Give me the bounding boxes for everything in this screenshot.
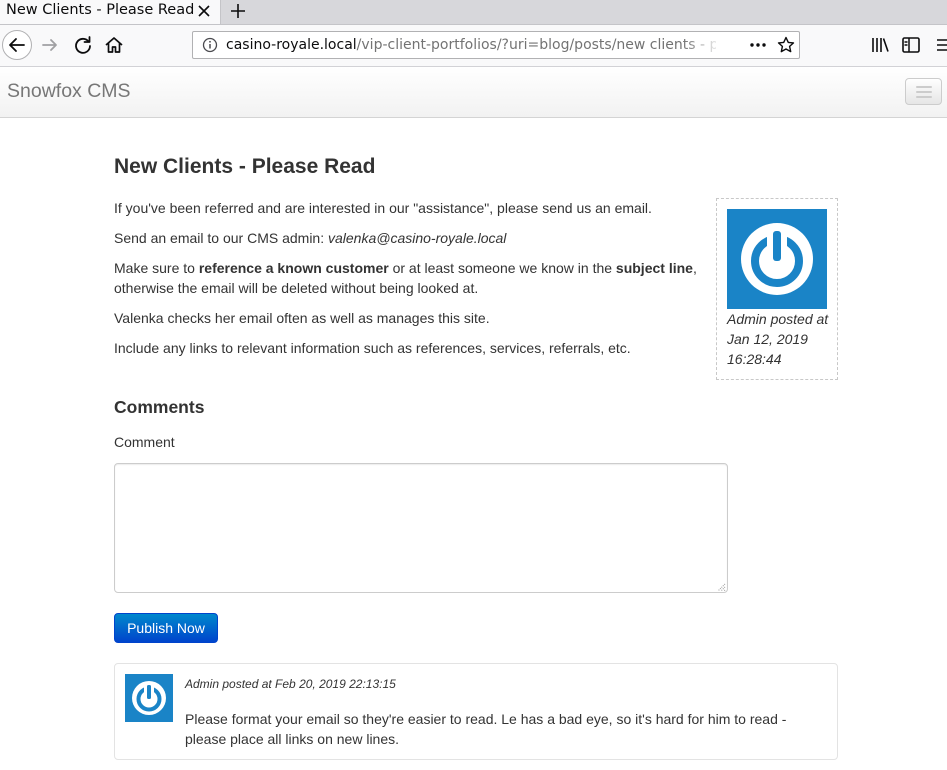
hamburger-icon — [916, 86, 932, 88]
url-path: /vip-client-portfolios/?uri=blog/posts/n… — [356, 37, 716, 53]
author-caption: Admin posted at Jan 12, 2019 16:28:44 — [727, 311, 829, 367]
library-icon[interactable] — [868, 33, 892, 57]
site-navbar: Snowfox CMS — [0, 67, 947, 118]
power-icon — [132, 681, 166, 715]
resize-grip-icon[interactable] — [714, 580, 726, 592]
forward-arrow-icon[interactable] — [38, 33, 62, 57]
hamburger-icon — [916, 91, 932, 93]
post-paragraph-3: Make sure to reference a known customer … — [114, 258, 719, 298]
email-prefix: Send an email to our CMS admin: — [114, 230, 328, 246]
plus-icon[interactable] — [228, 1, 248, 21]
post-paragraph-1: If you've been referred and are interest… — [114, 200, 652, 216]
browser-toolbar: casino-royale.local/vip-client-portfolio… — [0, 25, 947, 67]
close-icon[interactable] — [195, 2, 213, 20]
home-icon[interactable] — [102, 33, 126, 57]
brand-link[interactable]: Snowfox CMS — [7, 80, 131, 103]
url-host: casino-royale.local — [226, 37, 357, 53]
comment-meta: Admin posted at Feb 20, 2019 22:13:15 — [185, 677, 396, 691]
overflow-menu-icon[interactable] — [933, 33, 947, 57]
publish-button[interactable]: Publish Now — [114, 613, 218, 643]
p3-text-a: Make sure to — [114, 260, 199, 276]
url-bar[interactable]: casino-royale.local/vip-client-portfolio… — [192, 31, 800, 59]
page-actions-icon[interactable] — [748, 35, 768, 55]
info-icon[interactable] — [202, 37, 218, 53]
back-button[interactable] — [2, 30, 32, 60]
post-title: New Clients - Please Read — [114, 155, 376, 178]
menu-toggle-button[interactable] — [905, 78, 942, 105]
admin-email: valenka@casino-royale.local — [328, 230, 507, 246]
url-fade — [683, 33, 723, 57]
comment-body: Please format your email so they're easi… — [185, 711, 787, 747]
post-paragraph-2: Send an email to our CMS admin: valenka@… — [114, 228, 719, 248]
back-arrow-icon — [9, 38, 25, 52]
post-paragraph-4: Valenka checks her email often as well a… — [114, 310, 490, 326]
p3-text-c: or at least someone we know in the — [388, 260, 616, 276]
tab-title: New Clients - Please Read — [6, 2, 195, 18]
comment-item: Admin posted at Feb 20, 2019 22:13:15 Pl… — [114, 663, 838, 760]
comments-heading: Comments — [114, 397, 205, 417]
comment-avatar — [125, 674, 173, 722]
comment-textarea[interactable] — [114, 463, 728, 593]
p3-emphasis-customer: reference a known customer — [198, 260, 389, 276]
tab-strip: New Clients - Please Read — [0, 0, 947, 25]
comment-label: Comment — [114, 434, 175, 450]
sidebar-icon[interactable] — [899, 33, 923, 57]
author-box: Admin posted at Jan 12, 2019 16:28:44 — [716, 198, 838, 380]
avatar — [727, 209, 827, 309]
post-paragraph-5: Include any links to relevant informatio… — [114, 340, 631, 356]
browser-tab[interactable]: New Clients - Please Read — [0, 0, 221, 24]
p3-emphasis-subject: subject line — [615, 260, 693, 276]
reload-icon[interactable] — [71, 33, 95, 57]
url-text[interactable]: casino-royale.local/vip-client-portfolio… — [226, 37, 716, 53]
hamburger-icon — [916, 96, 932, 98]
bookmark-star-icon[interactable] — [776, 35, 796, 55]
power-icon — [741, 223, 813, 295]
